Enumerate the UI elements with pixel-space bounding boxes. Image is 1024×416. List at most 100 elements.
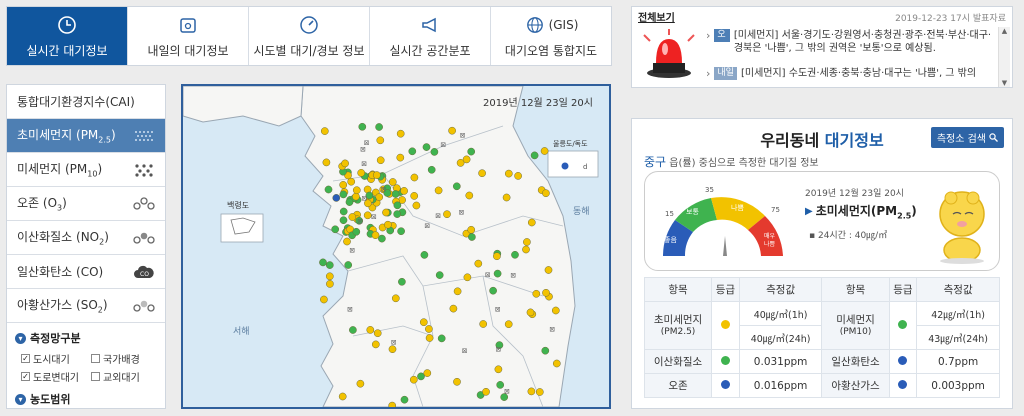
tab-tomorrow[interactable]: 내일의 대기정보 xyxy=(128,7,249,65)
station-marker[interactable] xyxy=(551,306,560,315)
station-marker[interactable] xyxy=(514,172,522,180)
station-marker[interactable] xyxy=(435,271,444,279)
station-marker[interactable] xyxy=(396,129,405,138)
station-marker[interactable] xyxy=(532,289,541,298)
checkbox-urban[interactable]: ✓ 도시대기 xyxy=(21,351,83,366)
station-marker[interactable] xyxy=(468,233,476,241)
station-marker[interactable] xyxy=(437,334,446,343)
station-marker[interactable] xyxy=(544,266,553,274)
station-marker[interactable] xyxy=(325,272,334,281)
station-marker[interactable] xyxy=(320,295,328,304)
station-marker[interactable] xyxy=(371,231,380,240)
menu-item-no2[interactable]: 이산화질소 (NO2) xyxy=(7,221,165,255)
station-marker[interactable] xyxy=(419,318,428,327)
menu-item-so2[interactable]: 아황산가스 (SO2) xyxy=(7,289,165,323)
station-marker[interactable] xyxy=(409,375,418,384)
station-marker[interactable] xyxy=(463,273,472,282)
station-marker[interactable] xyxy=(465,191,474,200)
station-marker[interactable] xyxy=(375,193,384,201)
station-marker[interactable] xyxy=(410,192,419,200)
station-marker[interactable] xyxy=(375,123,383,131)
station-marker[interactable] xyxy=(397,227,405,236)
station-marker[interactable] xyxy=(542,288,550,297)
station-marker[interactable] xyxy=(523,238,531,246)
station-marker[interactable] xyxy=(422,143,431,151)
station-marker[interactable] xyxy=(339,216,348,225)
station-marker[interactable] xyxy=(352,227,361,236)
station-marker[interactable] xyxy=(332,194,341,202)
station-marker[interactable] xyxy=(339,190,348,199)
station-marker[interactable] xyxy=(478,169,486,178)
station-marker[interactable] xyxy=(400,395,409,404)
station-marker[interactable] xyxy=(552,359,561,368)
menu-item-co[interactable]: 일산화탄소 (CO) CO xyxy=(7,255,165,289)
station-marker[interactable] xyxy=(388,401,397,407)
station-marker[interactable] xyxy=(494,365,503,374)
station-marker[interactable] xyxy=(449,304,458,313)
station-marker[interactable] xyxy=(502,193,511,202)
menu-item-pm10[interactable]: 미세먼지 (PM10) xyxy=(7,153,165,187)
station-marker[interactable] xyxy=(324,185,333,194)
station-marker[interactable] xyxy=(376,136,385,145)
station-marker[interactable] xyxy=(452,182,461,191)
station-marker[interactable] xyxy=(348,213,357,221)
station-marker[interactable] xyxy=(504,169,513,178)
station-marker[interactable] xyxy=(343,237,351,246)
station-marker[interactable] xyxy=(493,269,502,278)
station-marker[interactable] xyxy=(400,187,408,195)
station-marker[interactable] xyxy=(384,220,392,229)
station-marker[interactable] xyxy=(530,151,539,160)
station-marker[interactable] xyxy=(376,156,385,165)
station-marker[interactable] xyxy=(349,326,357,334)
station-marker[interactable] xyxy=(489,286,497,295)
station-marker[interactable] xyxy=(541,346,550,355)
station-marker[interactable] xyxy=(352,186,361,195)
checkbox-background[interactable]: 국가배경 xyxy=(91,351,153,366)
station-marker[interactable] xyxy=(540,147,549,155)
station-marker[interactable] xyxy=(448,126,456,135)
station-marker[interactable] xyxy=(326,280,334,288)
station-marker[interactable] xyxy=(504,320,513,329)
station-marker[interactable] xyxy=(391,190,400,198)
station-marker[interactable] xyxy=(388,178,397,186)
station-marker[interactable] xyxy=(396,153,405,162)
station-marker[interactable] xyxy=(398,277,406,286)
tab-spatial[interactable]: 실시간 공간분포 xyxy=(370,7,491,65)
station-marker[interactable] xyxy=(434,186,443,195)
station-marker[interactable] xyxy=(423,369,432,377)
station-marker[interactable] xyxy=(372,171,381,179)
station-marker[interactable] xyxy=(412,201,421,210)
tab-gis[interactable]: (GIS) 대기오염 통합지도 xyxy=(491,7,611,65)
station-marker[interactable] xyxy=(430,148,439,156)
station-marker[interactable] xyxy=(366,326,375,334)
station-marker[interactable] xyxy=(474,259,483,268)
scrollbar[interactable]: ▲ ▼ xyxy=(998,27,1010,87)
station-marker[interactable] xyxy=(338,392,347,401)
tab-city-alert[interactable]: 시도별 대기/경보 정보 xyxy=(249,7,370,65)
station-marker[interactable] xyxy=(453,287,462,296)
menu-item-cai[interactable]: 통합대기환경지수(CAI) xyxy=(7,85,165,119)
station-marker[interactable] xyxy=(325,261,334,269)
station-marker[interactable] xyxy=(467,225,476,234)
station-marker[interactable] xyxy=(352,192,360,201)
station-marker[interactable] xyxy=(393,201,402,210)
station-marker[interactable] xyxy=(542,189,550,198)
station-marker[interactable] xyxy=(322,158,331,167)
station-marker[interactable] xyxy=(425,334,434,342)
checkbox-suburban[interactable]: 교외대기 xyxy=(91,369,153,384)
view-all-link[interactable]: 전체보기 xyxy=(638,9,675,24)
station-marker[interactable] xyxy=(496,381,505,389)
station-marker[interactable] xyxy=(357,169,366,177)
tab-realtime[interactable]: 실시간 대기정보 xyxy=(7,7,128,65)
station-marker[interactable] xyxy=(467,147,476,156)
station-marker[interactable] xyxy=(427,165,436,174)
station-marker[interactable] xyxy=(358,122,367,131)
station-marker[interactable] xyxy=(482,387,490,396)
station-marker[interactable] xyxy=(341,159,349,168)
station-marker[interactable] xyxy=(320,127,329,135)
station-marker[interactable] xyxy=(393,210,402,218)
station-marker[interactable] xyxy=(527,387,536,396)
station-marker[interactable] xyxy=(462,155,471,164)
station-marker[interactable] xyxy=(417,372,425,381)
station-marker[interactable] xyxy=(356,379,365,388)
